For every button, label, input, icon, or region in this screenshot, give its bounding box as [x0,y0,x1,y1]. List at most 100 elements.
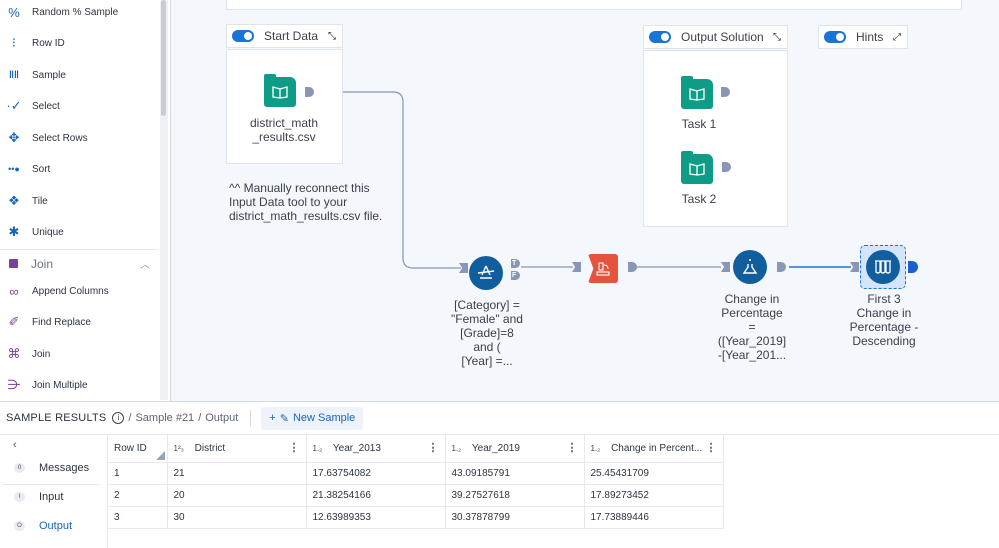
nav-input[interactable]: I Input [0,483,100,511]
task2-input-tool[interactable] [681,151,713,184]
join-category-icon [9,259,18,268]
column-header-year-2013[interactable]: 1.₂ Year_2013 ⋮ [306,435,446,463]
cell-district: 20 [167,484,307,507]
column-menu-icon[interactable]: ⋮ [428,441,439,454]
cell-row-id: 1 [108,462,168,485]
sidebar-item-label: Row ID [32,37,65,49]
sidebar-item-join[interactable]: ⌘ Join [0,339,158,369]
sidebar-item-row-id[interactable]: ⁝ Row ID [0,28,158,58]
eyedropper-icon: ✎ [279,412,289,425]
column-header-year-2019[interactable]: 1.₂ Year_2019 ⋮ [445,435,585,463]
category-join[interactable]: Join ︿ [0,249,158,277]
sidebar-item-unique[interactable]: ✱ Unique [0,217,158,247]
cell-year-2019: 43.09185791 [445,462,585,485]
breadcrumb-separator: / [198,412,202,424]
filter-icon [477,265,495,279]
collapse-icon[interactable]: ⤡ [328,31,336,42]
column-header-district[interactable]: 1²₃ District ⋮ [167,435,307,463]
column-name: Row ID [114,442,147,454]
chevron-left-icon[interactable]: ‹ [13,439,17,451]
new-sample-button[interactable]: + ✎ New Sample [261,406,364,430]
output-anchor-icon: O [14,521,25,531]
double-type-icon: 1.₂ [312,443,323,453]
comment-text: ^^ Manually reconnect this Input Data to… [229,181,383,223]
input-anchor-icon: I [14,492,25,502]
container-start-data-header[interactable]: Start Data ⤡ [226,24,343,48]
table-row: 3 30 12.63989353 30.37878799 17.73889446 [108,506,724,529]
table-row: 1 21 17.63754082 43.09185791 25.45431709 [108,462,724,485]
sort-icon: ••● [8,164,20,174]
info-icon[interactable]: i [112,412,125,424]
divider [250,410,252,426]
column-header-row-id[interactable]: Row ID [108,435,168,463]
breadcrumb-sample[interactable]: Sample #21 [135,412,194,424]
filter-tool[interactable] [469,256,503,290]
container-hints-header[interactable]: Hints ⤢ [818,25,908,49]
cell-district: 21 [167,462,307,485]
sidebar-scrollbar-thumb[interactable] [161,0,166,116]
nav-output[interactable]: O Output [0,512,100,540]
select-rows-icon: ✥ [8,130,20,145]
collapse-icon[interactable]: ⤡ [773,32,781,43]
tool-palette: % Random % Sample ⁝ Row ID ǁǁ Sample ·✓ … [0,0,160,400]
container-output-solution-header[interactable]: Output Solution ⤡ [643,25,788,49]
join-icon: ⌘ [7,346,21,361]
column-header-change-in-percentage[interactable]: 1.₂ Change in Percent... ⋮ [584,435,724,463]
breadcrumb-separator: / [128,412,132,424]
nav-messages[interactable]: 0 Messages [0,454,100,482]
column-menu-icon[interactable]: ⋮ [567,441,578,454]
nav-label: Output [39,520,73,532]
column-menu-icon[interactable]: ⋮ [289,441,300,454]
cell-row-id: 3 [108,506,168,529]
chevron-up-icon[interactable]: ︿ [140,256,150,271]
sidebar-item-append-columns[interactable]: ∞ Append Columns [0,276,158,306]
cell-change: 17.73889446 [584,506,724,529]
sidebar-item-find-replace[interactable]: ✐ Find Replace [0,307,158,337]
results-nav: ‹ 0 Messages I Input O Output [0,435,108,548]
random-sample-icon: % [8,4,20,20]
sidebar-item-label: Join [32,348,51,360]
sample-icon: ǁǁ [9,69,19,81]
nav-label: Messages [39,462,90,474]
new-sample-label: New Sample [292,412,356,424]
sidebar-item-tile[interactable]: ❖ Tile [0,186,158,216]
false-anchor[interactable]: F [511,271,520,280]
sidebar-item-sort[interactable]: ••● Sort [0,154,158,184]
workflow-canvas[interactable]: Start Data ⤡ district_math _results.csv … [170,0,999,401]
column-menu-icon[interactable]: ⋮ [706,441,717,454]
input-data-tool[interactable] [264,74,296,107]
task1-input-tool[interactable] [681,76,713,109]
sidebar-item-select-rows[interactable]: ✥ Select Rows [0,123,158,153]
input-tool-label: district_math _results.csv [249,116,319,144]
expand-icon[interactable]: ⤢ [893,32,901,43]
sidebar-item-label: Find Replace [32,316,91,328]
plus-icon: + [269,412,276,424]
sidebar-item-sample[interactable]: ǁǁ Sample [0,60,158,90]
container-toggle[interactable] [824,31,846,43]
cell-row-id: 2 [108,484,168,507]
book-icon [689,88,705,101]
book-icon [689,163,705,176]
filter-tool-label: [Category] = "Female" and [Grade]=8 and … [451,298,523,368]
resize-handle[interactable] [155,450,165,460]
task1-label: Task 1 [681,117,717,131]
results-table: Row ID 1²₃ District ⋮ 1.₂ Year_2013 ⋮ 1.… [108,435,724,529]
row-id-icon: ⁝ [11,35,17,50]
sidebar-item-join-multiple[interactable]: ⋺ Join Multiple [0,370,158,400]
container-toggle[interactable] [232,30,254,42]
select-icon: ·✓ [6,98,22,113]
column-name: Year_2013 [332,442,381,454]
sample-tool[interactable] [866,250,900,284]
sidebar-item-label: Select Rows [32,132,88,144]
sidebar-item-label: Select [32,100,60,112]
tile-icon: ❖ [8,193,20,208]
formula-tool[interactable] [733,250,767,284]
sidebar-item-select[interactable]: ·✓ Select [0,91,158,121]
table-row: 2 20 21.38254166 39.27527618 17.89273452 [108,484,724,507]
container-toggle[interactable] [649,31,671,43]
sidebar-item-label: Append Columns [32,285,109,297]
book-icon [272,86,288,99]
true-anchor[interactable]: T [511,259,520,268]
sidebar-item-random-sample[interactable]: % Random % Sample [0,0,158,27]
sidebar-item-label: Random % Sample [32,6,119,18]
